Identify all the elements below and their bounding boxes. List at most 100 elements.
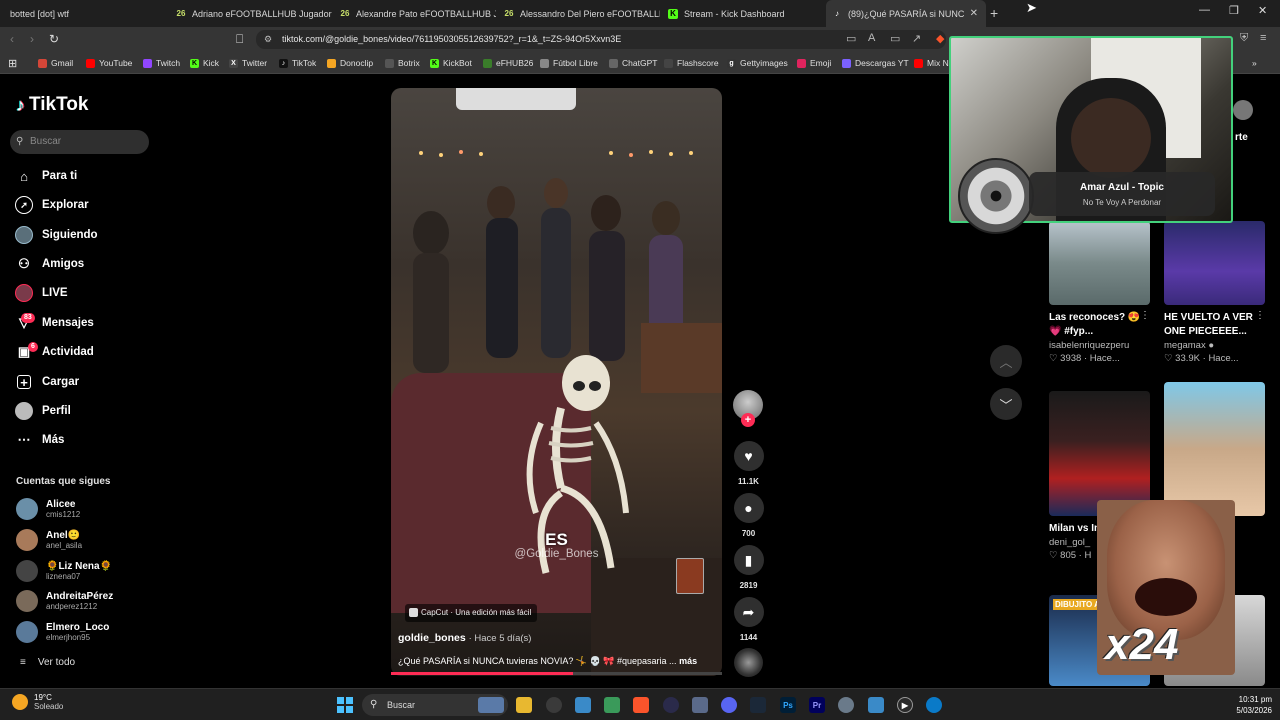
translate-icon[interactable]: A	[868, 32, 875, 44]
more-options-icon[interactable]: ⋮	[1140, 310, 1150, 321]
previous-video-button[interactable]: ︿	[990, 345, 1022, 377]
bookmark-efhub26[interactable]: eFHUB26	[483, 52, 533, 74]
like-button[interactable]: ♥ 11.1K	[733, 441, 764, 486]
user-avatar[interactable]	[1233, 100, 1253, 120]
more-bookmarks-icon[interactable]: »	[1252, 52, 1257, 74]
discord-icon[interactable]	[721, 697, 737, 713]
capcut-tag[interactable]: CapCut · Una edición más fácil	[405, 604, 538, 622]
media-player-icon[interactable]: ▶	[897, 697, 913, 713]
bookmark-mix[interactable]: Mix N	[914, 52, 949, 74]
reload-icon[interactable]: ↻	[49, 32, 59, 46]
premiere-icon[interactable]: Pr	[809, 697, 825, 713]
taskbar-clock[interactable]: 10:31 pm 5/03/2026	[1226, 694, 1272, 716]
tab-del-piero[interactable]: 26 Alessandro Del Piero eFOOTBALLHUB	[496, 0, 660, 27]
video-player[interactable]: ES @Goldie_Bones	[391, 88, 722, 676]
video-progress-bar[interactable]	[391, 672, 722, 675]
nav-amigos[interactable]: ⚇ Amigos	[15, 253, 84, 275]
bookmark-twitch[interactable]: Twitch	[143, 52, 180, 74]
followed-account[interactable]: Anel🙂 anel_asila	[16, 527, 82, 553]
followed-account[interactable]: AndreitaPérez andperez1212	[16, 588, 113, 614]
video-author[interactable]: goldie_bones · Hace 5 día(s)	[398, 632, 531, 644]
start-button[interactable]	[337, 697, 353, 713]
app-icon[interactable]	[575, 697, 591, 713]
notepad-icon[interactable]	[868, 697, 884, 713]
bookmark-chatgpt[interactable]: ChatGPT	[609, 52, 657, 74]
bookmark-donoclip[interactable]: Donoclip	[327, 52, 373, 74]
search-highlight-icon[interactable]	[478, 697, 504, 713]
close-tab-icon[interactable]: ✕	[970, 8, 978, 19]
friends-icon: ⚇	[18, 256, 30, 271]
site-info-icon[interactable]: ⚙	[264, 30, 272, 49]
nav-perfil[interactable]: Perfil	[15, 400, 71, 422]
tab-tiktok-active[interactable]: ♪ (89)¿Qué PASARÍA si NUNCA ✕	[826, 0, 986, 27]
windows-logo-part	[346, 706, 353, 713]
bookmark-tiktok[interactable]: ♪ TikTok	[279, 52, 316, 74]
share-button[interactable]: ➦ 1144	[733, 597, 764, 642]
recommended-video-card[interactable]: Las reconoces? 😍💗 #fyp... isabelenriquez…	[1049, 221, 1150, 364]
maximize-icon[interactable]: ❐	[1229, 4, 1239, 17]
tiktok-logo[interactable]: ♪ TikTok	[16, 94, 88, 116]
bookmark-gmail[interactable]: Gmail	[38, 52, 73, 74]
nav-explorar[interactable]: ➚ Explorar	[15, 194, 89, 216]
brave-shield-icon[interactable]: ◆	[936, 32, 944, 45]
new-tab-button[interactable]: +	[990, 5, 998, 21]
music-disc-icon[interactable]	[734, 648, 763, 677]
nav-actividad[interactable]: ▣ Actividad	[15, 341, 94, 363]
apps-icon[interactable]: ⊞	[8, 52, 17, 74]
steam-icon[interactable]	[750, 697, 766, 713]
recommended-video-card[interactable]	[1164, 382, 1265, 516]
bookmark-botrix[interactable]: Botrix	[385, 52, 420, 74]
nav-cargar[interactable]: + Cargar	[15, 371, 79, 393]
bookmark-youtube[interactable]: YouTube	[86, 52, 132, 74]
tab-adriano[interactable]: 26 Adriano eFOOTBALLHUB Jugadores	[168, 0, 332, 27]
edge-icon[interactable]	[926, 697, 942, 713]
save-button[interactable]: ▮ 2819	[733, 545, 764, 590]
bookmark-icon[interactable]: ⎕	[236, 32, 243, 47]
comment-button[interactable]: ● 700	[733, 493, 764, 538]
follow-plus-button[interactable]: +	[741, 413, 755, 427]
bookmark-descargas-yt[interactable]: Descargas YT	[842, 52, 909, 74]
bookmark-flashscore[interactable]: Flashscore	[664, 52, 719, 74]
nav-live[interactable]: LIVE	[15, 282, 68, 304]
nav-mas[interactable]: ⋯ Más	[15, 429, 65, 451]
followed-account[interactable]: 🌻Liz Nena🌻 liznena07	[16, 558, 112, 584]
followed-account[interactable]: Alicee cmis1212	[16, 496, 80, 522]
bookmark-kick[interactable]: K Kick	[190, 52, 219, 74]
bookmark-twitter[interactable]: X Twitter	[229, 52, 267, 74]
back-icon[interactable]: ‹	[10, 32, 14, 46]
url-field[interactable]: ⚙ tiktok.com/@goldie_bones/video/7611950…	[256, 30, 946, 49]
bookmark-futbol-libre[interactable]: Fútbol Libre	[540, 52, 598, 74]
tab-kick-dashboard[interactable]: K Stream - Kick Dashboard	[660, 0, 824, 27]
photoshop-icon[interactable]: Ps	[780, 697, 796, 713]
file-explorer-icon[interactable]	[516, 697, 532, 713]
chrome-icon[interactable]	[546, 697, 562, 713]
calculator-icon[interactable]	[692, 697, 708, 713]
weather-widget[interactable]: 19°C Soleado	[12, 693, 63, 711]
more-link[interactable]: más	[679, 656, 697, 666]
menu-icon[interactable]: ≡	[1260, 32, 1266, 44]
vpn-icon[interactable]: ⛨	[1240, 32, 1248, 45]
next-video-button[interactable]: ﹀	[990, 388, 1022, 420]
tab-pato[interactable]: 26 Alexandre Pato eFOOTBALLHUB Juga	[332, 0, 496, 27]
recommended-video-card[interactable]: HE VUELTO A VER ONE PIECEEEE... megamax …	[1164, 221, 1265, 364]
more-options-icon[interactable]: ⋮	[1255, 310, 1265, 321]
app-icon[interactable]	[604, 697, 620, 713]
bookmark-gettyimages[interactable]: g Gettyimages	[727, 52, 788, 74]
brave-icon[interactable]	[633, 697, 649, 713]
bookmark-emoji[interactable]: Emoji	[797, 52, 831, 74]
forward-icon[interactable]: ›	[30, 32, 34, 46]
app-icon[interactable]	[663, 697, 679, 713]
see-all-link[interactable]: ≡ Ver todo	[20, 657, 75, 668]
tab-botted[interactable]: botted [dot] wtf	[0, 0, 168, 27]
search-input[interactable]: ⚲ Buscar	[10, 130, 149, 154]
share-icon[interactable]: ↗	[912, 32, 921, 45]
close-window-icon[interactable]: ✕	[1258, 4, 1267, 17]
nav-siguiendo[interactable]: Siguiendo	[15, 224, 98, 246]
minimize-icon[interactable]: —	[1199, 4, 1210, 16]
reader-icon[interactable]: ▭	[846, 32, 856, 45]
bookmark-kickbot[interactable]: K KickBot	[430, 52, 472, 74]
followed-account[interactable]: Elmero_Loco elmerjhon95	[16, 619, 109, 645]
settings-icon[interactable]	[838, 697, 854, 713]
nav-para-ti[interactable]: ⌂ Para ti	[15, 165, 77, 187]
cast-icon[interactable]: ▭	[890, 32, 900, 45]
